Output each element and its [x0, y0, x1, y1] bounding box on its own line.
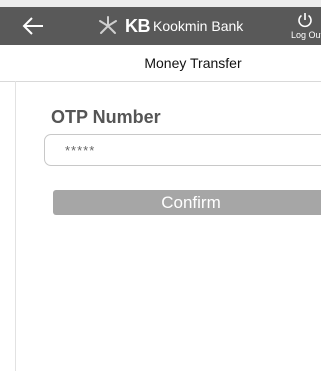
logout-label: Log Out — [291, 30, 321, 40]
confirm-button[interactable]: Confirm — [53, 190, 321, 215]
bank-logo: KB Kookmin Bank — [95, 15, 243, 37]
otp-label: OTP Number — [51, 107, 161, 127]
title-bar: Money Transfer — [0, 45, 321, 82]
otp-input[interactable] — [44, 134, 321, 166]
logo-bank-name: Kookmin Bank — [153, 18, 244, 34]
page-title: Money Transfer — [144, 55, 242, 71]
power-icon — [297, 12, 313, 28]
logout-button[interactable]: Log Out — [289, 10, 321, 44]
app-screen: KB Kookmin Bank Log Out Money Transfer O… — [0, 0, 321, 371]
content-left-border — [15, 81, 16, 371]
status-strip — [0, 0, 321, 7]
back-arrow-icon[interactable] — [22, 16, 44, 36]
kb-star-logo-icon — [95, 15, 121, 37]
logo-kb-text: KB — [125, 15, 151, 36]
app-header: KB Kookmin Bank Log Out — [0, 7, 321, 45]
